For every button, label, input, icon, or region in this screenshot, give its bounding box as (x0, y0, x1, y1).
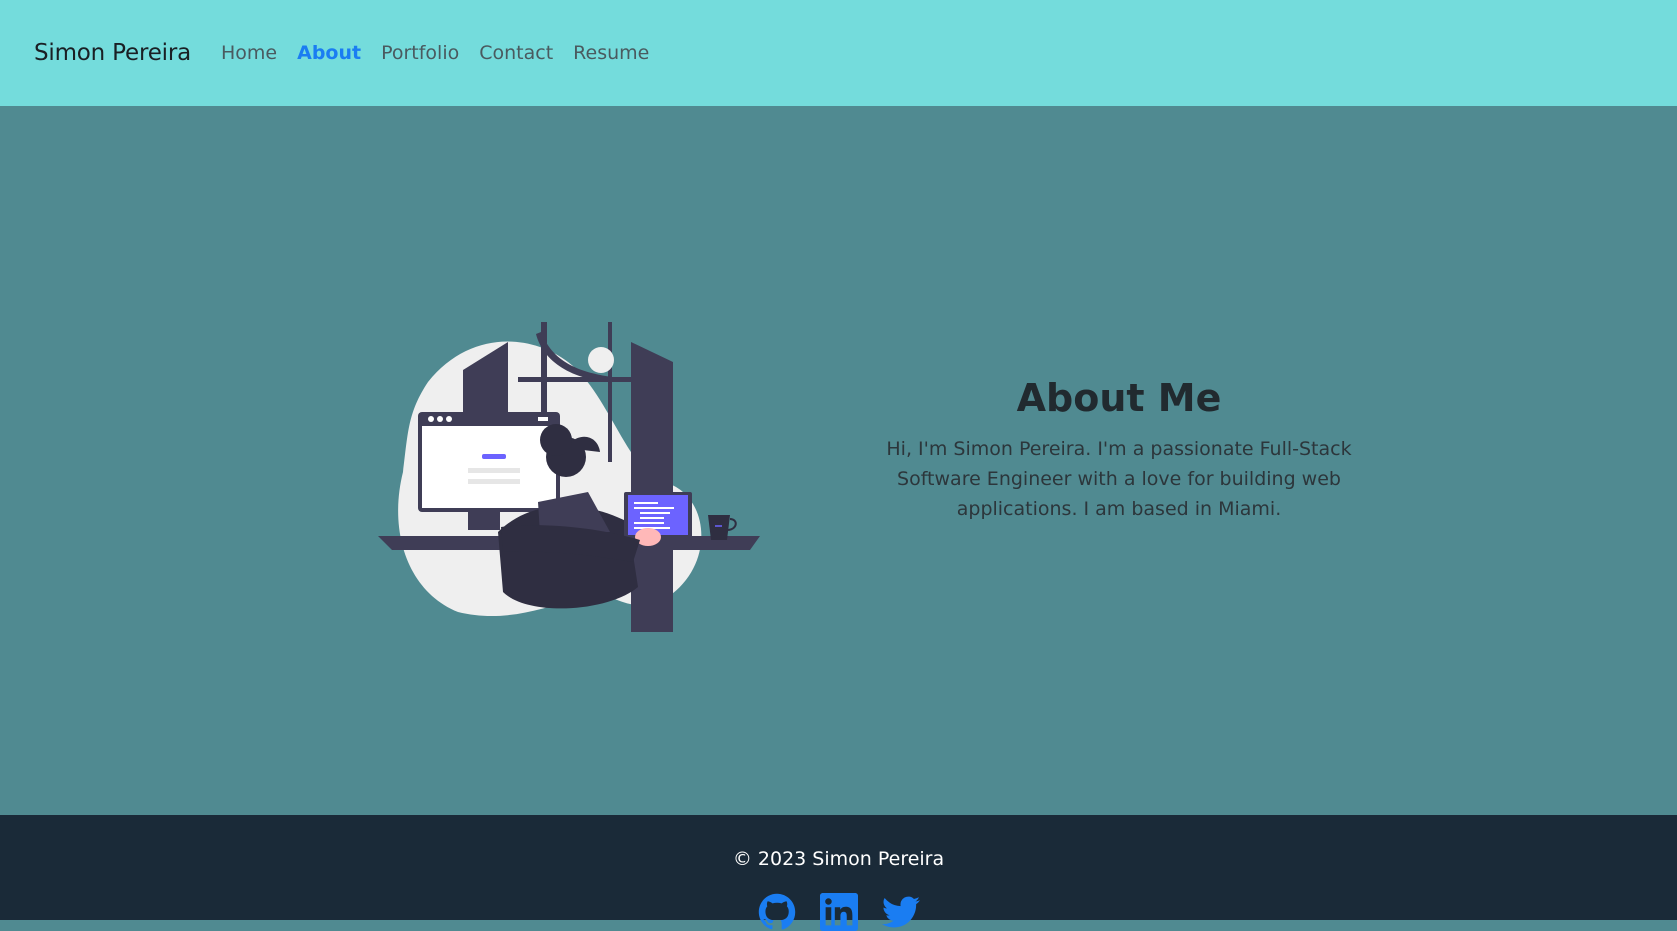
nav-item-about[interactable]: About (297, 42, 361, 64)
nav-item-portfolio[interactable]: Portfolio (381, 42, 459, 64)
main-nav: Home About Portfolio Contact Resume (221, 42, 669, 64)
nav-item-resume[interactable]: Resume (573, 42, 649, 64)
developer-at-desk-illustration (378, 322, 760, 708)
about-title: About Me (1016, 376, 1222, 420)
copyright-text: © 2023 Simon Pereira (732, 848, 945, 870)
about-text: Hi, I'm Simon Pereira. I'm a passionate … (886, 438, 1352, 520)
nav-item-home[interactable]: Home (221, 42, 277, 64)
navbar: Simon Pereira Home About Portfolio Conta… (0, 0, 1677, 106)
social-links (0, 893, 1677, 931)
linkedin-icon[interactable] (819, 893, 858, 931)
brand-link[interactable]: Simon Pereira (34, 40, 191, 66)
footer: © 2023 Simon Pereira (0, 815, 1677, 931)
about-content: About Me Hi, I'm Simon Pereira. I'm a pa… (860, 376, 1378, 524)
about-section: About Me Hi, I'm Simon Pereira. I'm a pa… (0, 106, 1677, 815)
github-icon[interactable] (758, 893, 796, 931)
nav-item-contact[interactable]: Contact (479, 42, 553, 64)
twitter-icon[interactable] (881, 893, 920, 931)
